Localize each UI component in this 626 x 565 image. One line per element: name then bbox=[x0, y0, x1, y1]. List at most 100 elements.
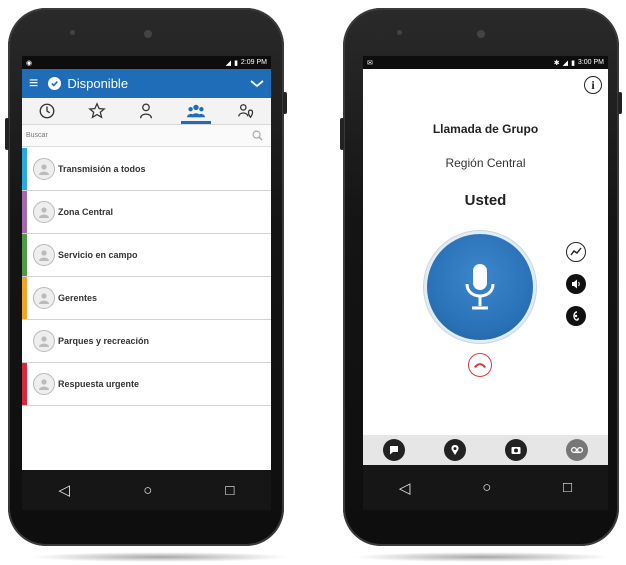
group-color-indicator bbox=[22, 148, 27, 190]
group-list-item[interactable]: Gerentes bbox=[22, 277, 271, 320]
tab-contacts[interactable] bbox=[135, 100, 157, 122]
group-name: Respuesta urgente bbox=[58, 379, 140, 389]
group-icon bbox=[187, 104, 206, 118]
speaker-button[interactable] bbox=[566, 274, 586, 294]
right-phone-power-key bbox=[618, 92, 622, 114]
group-color-indicator bbox=[22, 277, 27, 319]
android-nav-bar: ◁ ○ □ bbox=[363, 465, 608, 510]
chat-icon bbox=[389, 446, 398, 455]
group-list-item[interactable]: Transmisión a todos bbox=[22, 148, 271, 191]
group-avatar-icon bbox=[33, 201, 55, 223]
left-screen: ◉ ◢ ▮ 2:09 PM ≡ Disponible Buscar Transm… bbox=[22, 56, 271, 510]
battery-icon: ▮ bbox=[234, 59, 238, 67]
group-list-item[interactable]: Servicio en campo bbox=[22, 234, 271, 277]
bluetooth-icon: ✱ bbox=[553, 59, 560, 67]
right-phone: ✉ ✱ ◢ ▮ 3:00 PM i Llamada de Grupo Regió… bbox=[340, 8, 622, 546]
status-bar: ◉ ◢ ▮ 2:09 PM bbox=[22, 56, 271, 69]
tab-favorites[interactable] bbox=[86, 100, 108, 122]
contact-tabs bbox=[22, 98, 271, 125]
voicemail-icon bbox=[571, 446, 584, 454]
notification-icon: ◉ bbox=[26, 59, 33, 67]
signal-icon: ◢ bbox=[562, 59, 569, 67]
call-type-title: Llamada de Grupo bbox=[432, 122, 539, 136]
tab-location-groups[interactable] bbox=[235, 100, 257, 122]
chevron-down-icon[interactable] bbox=[250, 77, 264, 91]
right-screen: ✉ ✱ ◢ ▮ 3:00 PM i Llamada de Grupo Regió… bbox=[363, 56, 608, 510]
signal-icon: ◢ bbox=[225, 59, 232, 67]
android-nav-bar: ◁ ○ □ bbox=[22, 470, 271, 510]
push-to-talk-button[interactable] bbox=[427, 234, 533, 340]
back-icon[interactable]: ◁ bbox=[59, 481, 71, 499]
camera-icon bbox=[511, 447, 521, 454]
group-color-indicator bbox=[22, 363, 27, 405]
hang-up-icon bbox=[474, 363, 486, 368]
tab-groups[interactable] bbox=[181, 100, 212, 124]
person-icon bbox=[140, 103, 153, 119]
end-call-button[interactable] bbox=[468, 353, 492, 377]
search-icon[interactable] bbox=[252, 130, 263, 141]
home-icon[interactable]: ○ bbox=[143, 482, 152, 499]
microphone-icon bbox=[465, 264, 495, 310]
recents-icon[interactable]: □ bbox=[563, 479, 572, 496]
speaker-icon bbox=[572, 279, 580, 289]
camera-button[interactable] bbox=[505, 439, 528, 461]
menu-icon[interactable]: ≡ bbox=[29, 75, 38, 92]
call-side-controls bbox=[566, 242, 586, 326]
search-input[interactable] bbox=[26, 132, 176, 139]
left-phone-camera bbox=[70, 30, 75, 35]
status-bar: ✉ ✱ ◢ ▮ 3:00 PM bbox=[363, 56, 608, 69]
message-notification-icon: ✉ bbox=[367, 59, 373, 67]
recents-icon[interactable]: □ bbox=[225, 482, 234, 499]
group-name: Servicio en campo bbox=[58, 250, 138, 260]
group-color-indicator bbox=[22, 320, 27, 362]
search-bar bbox=[22, 125, 271, 147]
group-list-item[interactable]: Zona Central bbox=[22, 191, 271, 234]
group-name: Zona Central bbox=[58, 207, 114, 217]
chat-button[interactable] bbox=[382, 439, 405, 461]
group-list: Transmisión a todos Zona Central Servicio … bbox=[22, 148, 271, 406]
group-name: Gerentes bbox=[58, 293, 98, 303]
group-avatar-icon bbox=[33, 244, 55, 266]
history-icon bbox=[39, 103, 55, 119]
right-phone-volume-key bbox=[340, 118, 344, 150]
star-icon bbox=[87, 102, 106, 119]
group-name: Transmisión a todos bbox=[58, 164, 146, 174]
group-avatar-icon bbox=[33, 373, 55, 395]
back-icon[interactable]: ◁ bbox=[399, 479, 411, 497]
left-phone-speaker bbox=[144, 30, 152, 38]
group-color-indicator bbox=[22, 234, 27, 276]
available-status-icon[interactable] bbox=[48, 77, 62, 90]
group-avatar-icon bbox=[33, 158, 55, 180]
group-avatar-icon bbox=[33, 330, 55, 352]
current-speaker: Usted bbox=[464, 192, 507, 209]
right-phone-shadow bbox=[352, 552, 612, 562]
left-phone-shadow bbox=[30, 552, 290, 562]
group-color-indicator bbox=[22, 191, 27, 233]
left-phone-volume-key bbox=[5, 118, 9, 150]
status-time: 2:09 PM bbox=[240, 59, 267, 66]
left-phone-power-key bbox=[283, 92, 287, 114]
group-name: Región Central bbox=[445, 156, 526, 170]
presence-status[interactable]: Disponible bbox=[67, 76, 250, 91]
battery-icon: ▮ bbox=[571, 59, 575, 67]
left-phone: ◉ ◢ ▮ 2:09 PM ≡ Disponible Buscar Transm… bbox=[5, 8, 287, 546]
earpiece-icon bbox=[573, 311, 579, 321]
home-icon[interactable]: ○ bbox=[482, 479, 491, 496]
info-icon[interactable]: i bbox=[584, 76, 602, 94]
activity-button[interactable] bbox=[566, 242, 586, 262]
location-button[interactable] bbox=[443, 439, 466, 461]
activity-icon bbox=[570, 247, 582, 256]
call-action-tray bbox=[363, 435, 608, 465]
group-avatar-icon bbox=[33, 287, 55, 309]
right-phone-speaker bbox=[477, 30, 485, 38]
voicemail-button[interactable] bbox=[566, 439, 589, 461]
location-pin-icon bbox=[451, 445, 459, 455]
app-bar: ≡ Disponible bbox=[22, 69, 271, 98]
group-list-item[interactable]: Parques y recreación bbox=[22, 320, 271, 363]
location-group-icon bbox=[238, 104, 254, 119]
earpiece-button[interactable] bbox=[566, 306, 586, 326]
group-list-item[interactable]: Respuesta urgente bbox=[22, 363, 271, 406]
status-time: 3:00 PM bbox=[577, 59, 604, 66]
right-phone-camera bbox=[397, 30, 402, 35]
tab-history[interactable] bbox=[36, 100, 58, 122]
